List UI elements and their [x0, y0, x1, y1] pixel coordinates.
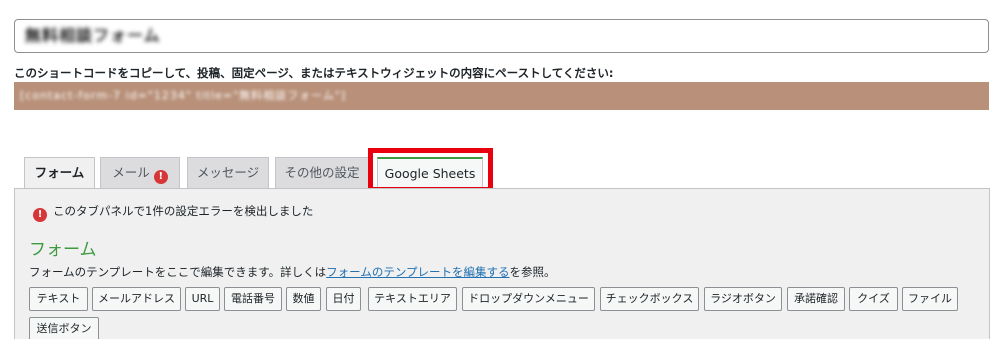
tag-button-file[interactable]: ファイル [902, 287, 958, 311]
tag-button-textarea[interactable]: テキストエリア [368, 287, 457, 311]
tab-messages-label: メッセージ [196, 165, 260, 180]
desc-before: フォームのテンプレートをここで編集できます。詳しくは [29, 265, 327, 279]
shortcode-value: [contact-form-7 id="1234" title="無料相談フォー… [20, 89, 347, 102]
tag-button-quiz[interactable]: クイズ [849, 287, 898, 311]
tag-button-radio[interactable]: ラジオボタン [704, 287, 782, 311]
tab-form-label: フォーム [34, 165, 85, 180]
shortcode-field[interactable]: [contact-form-7 id="1234" title="無料相談フォー… [14, 82, 989, 110]
tag-button-text[interactable]: テキスト [29, 287, 88, 311]
config-error-text: このタブパネルで1件の設定エラーを検出しました [53, 204, 314, 218]
tag-button-tel[interactable]: 電話番号 [224, 287, 282, 311]
tab-google-sheets-label: Google Sheets [384, 166, 476, 181]
tab-other-settings-label: その他の設定 [284, 165, 360, 180]
tag-button-date[interactable]: 日付 [326, 287, 361, 311]
tag-button-submit[interactable]: 送信ボタン [29, 317, 99, 339]
tag-button-url[interactable]: URL [185, 287, 220, 311]
tab-other-settings[interactable]: その他の設定 [275, 157, 369, 188]
tab-mail[interactable]: メール! [100, 157, 180, 188]
tag-button-checkbox[interactable]: チェックボックス [600, 287, 699, 311]
form-title-value: 無料相談フォーム [25, 26, 161, 45]
tab-mail-label: メール [112, 165, 150, 180]
panel-description: フォームのテンプレートをここで編集できます。詳しくはフォームのテンプレートを編集… [29, 264, 555, 280]
tab-form[interactable]: フォーム [24, 157, 95, 189]
form-title-input[interactable]: 無料相談フォーム [14, 19, 989, 53]
shortcode-instructions: このショートコードをコピーして、投稿、固定ページ、またはテキストウィジェットの内… [14, 66, 614, 80]
panel-heading: フォーム [29, 240, 97, 260]
error-icon: ! [33, 208, 47, 222]
edit-template-link[interactable]: フォームのテンプレートを編集する [326, 265, 509, 279]
tag-button-acceptance[interactable]: 承諾確認 [787, 287, 845, 311]
desc-after: を参照。 [509, 265, 556, 279]
tag-button-number[interactable]: 数値 [286, 287, 321, 311]
tag-button-email[interactable]: メールアドレス [92, 287, 181, 311]
error-icon: ! [153, 170, 168, 184]
form-tab-panel: ! このタブパネルで1件の設定エラーを検出しました フォーム フォームのテンプレー… [14, 188, 990, 339]
tag-button-dropdown[interactable]: ドロップダウンメニュー [462, 287, 595, 311]
tab-messages[interactable]: メッセージ [187, 157, 269, 188]
tab-google-sheets[interactable]: Google Sheets [377, 157, 483, 188]
config-error-notice: ! このタブパネルで1件の設定エラーを検出しました [33, 203, 313, 222]
